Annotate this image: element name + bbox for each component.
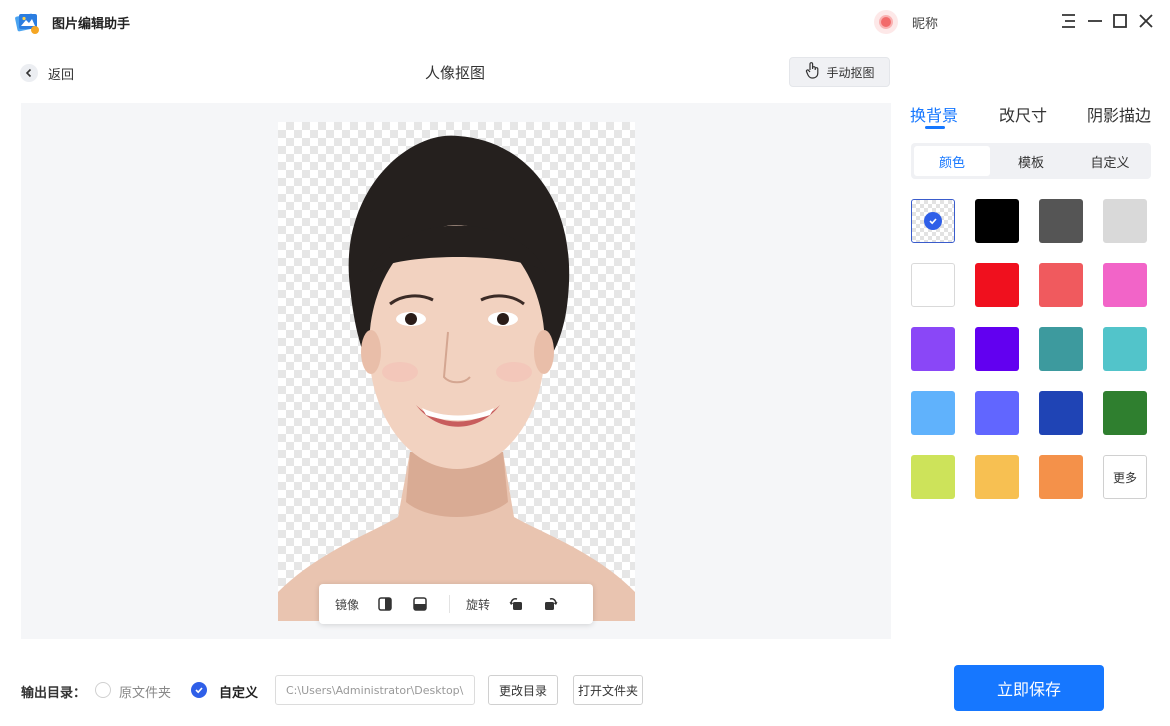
tab-change-background[interactable]: 换背景 — [910, 102, 958, 126]
user-avatar[interactable] — [874, 10, 898, 34]
radio-original-folder-label[interactable]: 原文件夹 — [119, 682, 171, 701]
hand-pointer-icon — [804, 61, 820, 83]
segment-template[interactable]: 模板 — [993, 146, 1069, 176]
open-folder-button[interactable]: 打开文件夹 — [573, 675, 643, 705]
manual-cutout-label: 手动抠图 — [826, 65, 875, 80]
maximize-icon[interactable] — [1110, 11, 1130, 31]
check-icon — [924, 212, 942, 230]
portrait-image — [278, 122, 635, 621]
color-swatch[interactable] — [1039, 391, 1083, 435]
image-toolbar: 镜像 旋转 — [319, 584, 593, 624]
change-directory-button[interactable]: 更改目录 — [488, 675, 558, 705]
color-swatch[interactable] — [911, 455, 955, 499]
segment-color[interactable]: 颜色 — [914, 146, 990, 176]
save-now-button[interactable]: 立即保存 — [954, 665, 1104, 711]
color-swatch[interactable] — [975, 263, 1019, 307]
menu-icon[interactable] — [1059, 11, 1079, 31]
image-editor-logo-icon — [14, 9, 40, 35]
more-colors-button[interactable]: 更多 — [1103, 455, 1147, 499]
color-swatch[interactable] — [975, 391, 1019, 435]
color-swatch[interactable] — [1103, 391, 1147, 435]
title-bar: 图片编辑助手 昵称 — [0, 0, 1170, 44]
minimize-icon[interactable] — [1085, 11, 1105, 31]
color-swatch[interactable] — [911, 327, 955, 371]
color-swatch[interactable] — [1039, 199, 1083, 243]
preview-canvas: 镜像 旋转 — [21, 103, 891, 639]
color-swatch[interactable] — [975, 455, 1019, 499]
tab-resize[interactable]: 改尺寸 — [999, 102, 1047, 126]
rotate-right-icon[interactable] — [542, 595, 560, 613]
color-swatch-grid: 更多 — [911, 199, 1151, 499]
radio-custom-label[interactable]: 自定义 — [219, 682, 258, 701]
color-swatch[interactable] — [1103, 199, 1147, 243]
color-swatch[interactable] — [1103, 327, 1147, 371]
color-swatch[interactable] — [975, 327, 1019, 371]
toolbar-divider — [449, 595, 451, 613]
rotate-left-icon[interactable] — [507, 595, 525, 613]
rotate-label: 旋转 — [466, 597, 491, 612]
color-swatch[interactable] — [1039, 455, 1083, 499]
flip-vertical-icon[interactable] — [411, 595, 429, 613]
color-swatch[interactable] — [975, 199, 1019, 243]
color-swatch[interactable] — [911, 263, 955, 307]
color-swatch[interactable] — [1103, 263, 1147, 307]
output-path-field[interactable] — [275, 675, 475, 705]
background-type-segmented: 颜色 模板 自定义 — [911, 143, 1151, 179]
output-directory-label: 输出目录： — [21, 686, 87, 701]
radio-original-folder[interactable] — [95, 682, 111, 698]
flip-horizontal-icon[interactable] — [376, 595, 394, 613]
mirror-label: 镜像 — [335, 597, 360, 612]
app-title: 图片编辑助手 — [52, 17, 131, 32]
color-swatch[interactable] — [911, 391, 955, 435]
manual-cutout-button[interactable]: 手动抠图 — [789, 57, 890, 87]
page-title: 人像抠图 — [424, 64, 485, 82]
close-icon[interactable] — [1136, 11, 1156, 31]
color-swatch-transparent[interactable] — [911, 199, 955, 243]
side-panel-tabs: 换背景 改尺寸 阴影描边 — [910, 100, 1151, 130]
radio-custom[interactable] — [191, 682, 207, 698]
user-nickname[interactable]: 昵称 — [912, 13, 938, 32]
color-swatch[interactable] — [1039, 327, 1083, 371]
color-swatch[interactable] — [1039, 263, 1083, 307]
segment-custom[interactable]: 自定义 — [1072, 146, 1148, 176]
active-tab-indicator — [925, 126, 945, 129]
tab-shadow-stroke[interactable]: 阴影描边 — [1087, 102, 1151, 126]
